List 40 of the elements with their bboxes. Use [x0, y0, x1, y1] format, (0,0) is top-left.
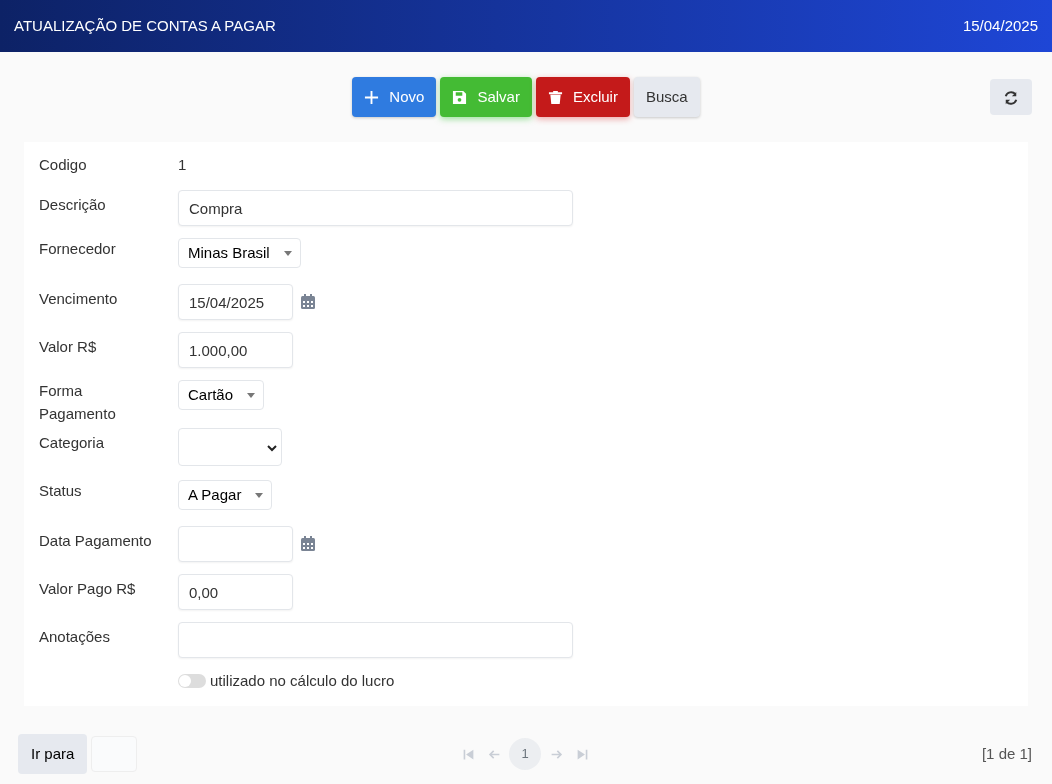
calendar-icon: [301, 294, 315, 309]
input-field[interactable]: 1.000,00: [178, 332, 293, 368]
first-page-icon: [461, 747, 475, 761]
search-button[interactable]: Busca: [633, 77, 700, 117]
page-title: ATUALIZAÇÃO DE CONTAS A PAGAR: [14, 15, 276, 36]
field-label: Status: [39, 481, 82, 501]
delete-button[interactable]: Excluir: [535, 77, 630, 117]
dropdown[interactable]: Cartão: [178, 380, 265, 410]
input-field[interactable]: Compra: [178, 190, 573, 226]
field-label: Anotações: [39, 627, 110, 647]
calendar-icon: [301, 536, 315, 551]
trash-icon: [547, 89, 563, 105]
toggle-label: utilizado no cálculo do lucro: [210, 671, 395, 691]
page-info: [1 de 1]: [981, 744, 1032, 762]
field-label: Valor R$: [39, 337, 97, 357]
field-label: Categoria: [39, 433, 105, 453]
toggle-switch[interactable]: [178, 674, 206, 689]
field-label: Vencimento: [39, 289, 118, 309]
refresh-icon: [1004, 90, 1018, 105]
field-label: Valor Pago R$: [39, 579, 136, 599]
field-label: Codigo: [39, 155, 87, 175]
field-label: Fornecedor: [39, 239, 116, 259]
header-date: 15/04/2025: [962, 15, 1038, 36]
new-button[interactable]: Novo: [352, 77, 437, 117]
field-label: Descrição: [39, 195, 106, 215]
refresh-button[interactable]: [990, 79, 1032, 115]
dropdown[interactable]: A Pagar: [178, 480, 273, 510]
last-page-icon: [575, 747, 589, 761]
select-field[interactable]: [178, 428, 282, 466]
go-to-button[interactable]: Ir para: [18, 734, 88, 774]
input-field[interactable]: [178, 622, 573, 658]
date-field[interactable]: 15/04/2025: [178, 284, 293, 320]
dropdown[interactable]: Minas Brasil: [178, 238, 301, 268]
field-label: Data Pagamento: [39, 531, 152, 551]
input-field[interactable]: 0,00: [178, 574, 293, 610]
plus-icon: [364, 89, 380, 105]
field-label: Forma Pagamento: [39, 381, 117, 424]
chevron-down-icon: [267, 445, 277, 452]
field-value: 1: [178, 155, 187, 175]
date-field[interactable]: [178, 526, 293, 562]
